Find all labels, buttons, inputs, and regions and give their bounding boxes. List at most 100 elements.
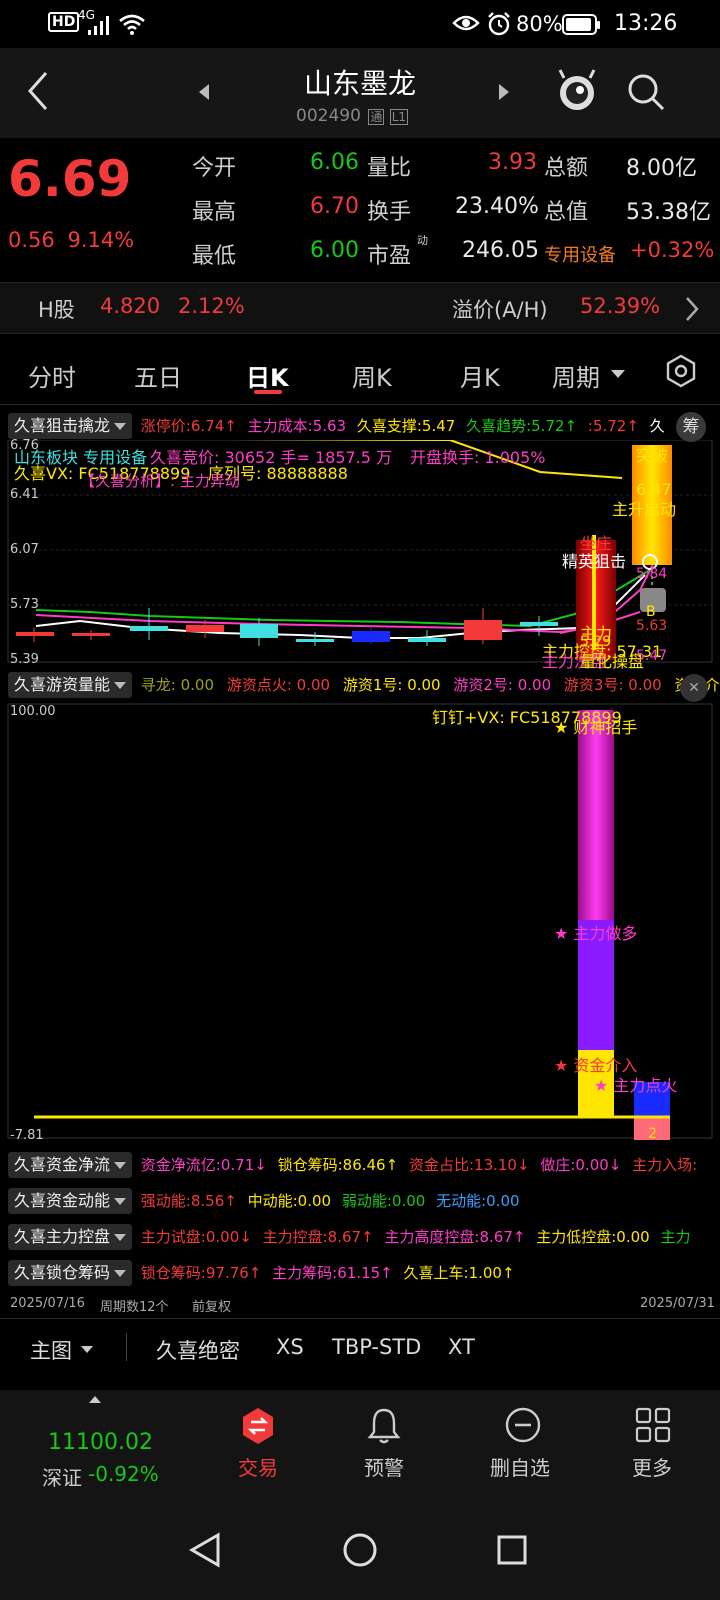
h-share-percent: 2.12% [178,294,245,318]
settings-hexagon-icon[interactable] [664,354,698,388]
tab-intraday[interactable]: 分时 [28,358,76,393]
low-control-value: 主力低控盘:0.00 [536,1228,650,1246]
h-share-row[interactable]: H股 4.820 2.12% 溢价(A/H) 52.39% [0,282,720,334]
tab-tbp-std[interactable]: TBP-STD [332,1335,421,1359]
h-share-price: 4.820 [100,294,161,318]
tab-secret[interactable]: 久喜绝密 [156,1335,240,1365]
stock-name: 山东墨龙 [303,67,416,100]
indicator-bar-momentum: 久喜资金动能 强动能:8.56↑ 中动能:0.00 弱动能:0.00 无动能:0… [0,1188,720,1218]
test-value: 主力试盘:0.00↓ [140,1228,252,1246]
tab-period[interactable]: 周期 [552,358,600,393]
clock: 13:26 [614,11,678,36]
expand-up-icon[interactable] [88,1394,102,1404]
indicator-name: 久喜资金净流 [14,1155,111,1174]
nav-remove-watchlist[interactable]: 删自选 [490,1452,550,1481]
locked-chips-value: 锁仓筹码:86.46↑ [277,1156,399,1174]
chip-distribution-button[interactable]: 筹 [676,412,706,442]
index-value: 11100.02 [48,1430,153,1455]
chevron-right-icon [686,297,699,321]
nav-alert[interactable]: 预警 [364,1452,404,1481]
grid-more-icon[interactable] [634,1406,672,1444]
indicator-name: 久喜资金动能 [14,1191,111,1210]
volume-axis-top: 100.00 [10,704,56,719]
pe-value: 246.05 [462,238,539,263]
volume-ratio-label: 量比 [367,156,412,181]
tag-main-ignite: ★ 主力点火 [594,1076,678,1095]
value-label-2: 5.63 [636,618,668,634]
next-stock-icon[interactable] [496,82,512,102]
stock-code-text: 002490 [296,106,361,126]
sector-change: +0.32% [630,238,715,262]
tab-monthly-k[interactable]: 月K [460,358,500,393]
trend-value: 久喜趋势:5.72↑ [466,417,578,435]
tab-xt[interactable]: XT [448,1335,475,1359]
main-chips-value: 主力筹码:61.15↑ [272,1264,393,1282]
analysis-line: 【久喜分析】: 主力异动 [80,472,240,490]
premium-label: 溢价(A/H) [452,298,548,322]
quote-panel: 6.69 0.56 9.14% 今开 6.06 最高 6.70 最低 6.00 … [0,138,720,282]
period-count: 周期数12个 [100,1300,169,1315]
launch-label: 主升启动 [612,500,677,519]
prev-stock-icon[interactable] [196,82,212,102]
wifi-icon [119,14,145,35]
indicator-select-control[interactable]: 久喜主力控盘 [8,1224,133,1250]
indicator-select-chips[interactable]: 久喜锁仓筹码 [8,1260,133,1286]
adjust-mode[interactable]: 前复权 [192,1296,231,1315]
high-label: 最高 [192,200,237,225]
badge-tong: 通 [368,109,385,125]
nav-more[interactable]: 更多 [632,1452,672,1481]
control-value: 主力控盘:8.67↑ [262,1228,374,1246]
breakout-label: 突破 [636,446,669,465]
tab-main-chart[interactable]: 主图 [30,1335,72,1365]
market-cap-value: 53.38亿 [626,200,711,225]
weak-momentum: 弱动能:0.00 [341,1192,426,1210]
alarm-icon [488,12,510,36]
sub-tabs: 主图 久喜绝密 XS TBP-STD XT [0,1318,720,1376]
battery-icon [562,14,600,35]
nav-trade[interactable]: 交易 [238,1452,278,1481]
lock-chips-value: 锁仓筹码:97.76↑ [140,1264,262,1282]
open-turnover-line: 开盘换手: 1.005% [410,448,546,467]
y-axis-label-3: 5.73 [10,597,39,612]
system-nav [0,1490,720,1600]
main-entry-value: 主力入场: [632,1156,698,1174]
indicator-bar-chips: 久喜锁仓筹码 锁仓筹码:97.76↑ 主力筹码:61.15↑ 久喜上车:1.00… [0,1260,720,1290]
caret-icon [114,423,127,430]
end-date: 2025/07/31 [640,1296,715,1311]
eye-icon [452,15,480,31]
indicator-select-sniper[interactable]: 久喜狙击擒龙 [8,413,133,439]
change-percent: 9.14% [67,228,135,252]
stock-code: 002490 通 L1 [296,106,409,126]
tab-daily-k[interactable]: 日K [246,358,289,393]
back-triangle-icon[interactable] [188,1532,222,1568]
indicator-select-net-flow[interactable]: 久喜资金净流 [8,1152,133,1178]
change-value: 0.56 [8,228,55,252]
sector-label[interactable]: 专用设备 [544,241,616,267]
search-icon[interactable] [626,72,666,112]
pe-label: 市盈 [367,244,412,269]
back-icon[interactable] [26,70,50,112]
remove-circle-icon[interactable] [504,1406,542,1444]
home-circle-icon[interactable] [342,1532,378,1568]
close-indicator-icon[interactable]: ✕ [680,674,708,702]
dragon-value: 寻龙: 0.00 [140,676,215,694]
divider [0,404,720,405]
index-name: 深证 [42,1466,82,1490]
net-flow-value: 资金净流亿:0.71↓ [140,1156,267,1174]
tab-five-day[interactable]: 五日 [134,358,182,393]
indicator-select-hot-money[interactable]: 久喜游资量能 [8,672,133,698]
trade-icon[interactable] [240,1406,276,1446]
bell-icon[interactable] [366,1406,402,1446]
tab-weekly-k[interactable]: 周K [352,358,392,393]
indicator-name: 久喜游资量能 [14,675,111,694]
caret-icon [114,1198,127,1205]
main-cost: 主力成本:5.63 [247,417,347,435]
indicator-select-momentum[interactable]: 久喜资金动能 [8,1188,133,1214]
hot-money-3: 游资3号: 0.00 [563,676,662,694]
tag-caishen: ★ 财神招手 [554,718,638,737]
index-percent: -0.92% [88,1462,159,1486]
recents-square-icon[interactable] [496,1534,528,1566]
tab-xs[interactable]: XS [276,1335,304,1359]
bottom-nav: 11100.02 深证 -0.92% 交易 预警 删自选 更多 [0,1390,720,1490]
mascot-icon[interactable] [554,66,600,116]
